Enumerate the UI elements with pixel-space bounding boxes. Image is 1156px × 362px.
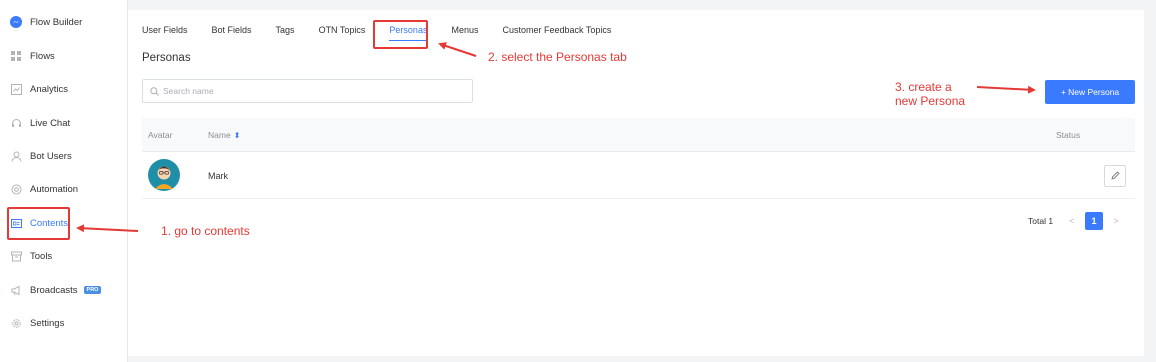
- headset-icon: [10, 117, 22, 129]
- pro-badge: PRO: [83, 286, 102, 294]
- sidebar: Flow Builder Flows Analytics Live Chat B…: [0, 0, 128, 362]
- page-title: Personas: [142, 52, 191, 64]
- personas-tab-highlight-box: [373, 20, 428, 49]
- sort-icon[interactable]: ⬍: [234, 131, 241, 140]
- gear-icon: [10, 317, 22, 329]
- tab-otn-topics[interactable]: OTN Topics: [319, 10, 366, 50]
- grid-icon: [10, 50, 22, 62]
- main-panel: User Fields Bot Fields Tags OTN Topics P…: [128, 10, 1144, 356]
- pagination-page-current[interactable]: 1: [1085, 212, 1104, 230]
- sidebar-item-label: Tools: [30, 250, 53, 262]
- chart-icon: [10, 83, 22, 95]
- persona-name: Mark: [208, 171, 228, 181]
- annotation-step-1: 1. go to contents: [161, 224, 250, 238]
- pencil-icon: [1110, 167, 1120, 185]
- sidebar-item-tools[interactable]: Tools: [10, 245, 52, 267]
- column-header-name[interactable]: Name ⬍: [208, 130, 240, 140]
- tab-bot-fields[interactable]: Bot Fields: [212, 10, 252, 50]
- sidebar-item-flow-builder[interactable]: Flow Builder: [10, 11, 82, 33]
- tools-icon: [10, 250, 22, 262]
- search-icon: [149, 86, 159, 96]
- tab-tags[interactable]: Tags: [276, 10, 295, 50]
- sidebar-item-label: Live Chat: [30, 117, 71, 129]
- column-header-avatar: Avatar: [148, 130, 173, 140]
- search-input[interactable]: Search name: [142, 79, 473, 103]
- tab-customer-feedback-topics[interactable]: Customer Feedback Topics: [502, 10, 611, 50]
- edit-button[interactable]: [1104, 165, 1126, 187]
- megaphone-icon: [10, 284, 22, 296]
- sidebar-item-label: Broadcasts: [30, 284, 78, 296]
- search-placeholder: Search name: [163, 86, 214, 96]
- sidebar-item-broadcasts[interactable]: Broadcasts PRO: [10, 279, 102, 301]
- new-persona-button[interactable]: + New Persona: [1045, 80, 1135, 104]
- sidebar-item-flows[interactable]: Flows: [10, 45, 55, 67]
- sidebar-item-analytics[interactable]: Analytics: [10, 78, 68, 100]
- user-icon: [10, 150, 22, 162]
- sidebar-item-label: Bot Users: [30, 150, 72, 162]
- sidebar-item-label: Flow Builder: [30, 16, 83, 28]
- sidebar-item-automation[interactable]: Automation: [10, 178, 78, 200]
- sidebar-item-live-chat[interactable]: Live Chat: [10, 112, 70, 134]
- column-header-status: Status: [1056, 130, 1081, 140]
- contents-highlight-box: [7, 207, 70, 240]
- messenger-icon: [10, 16, 22, 28]
- automation-icon: [10, 183, 22, 195]
- annotation-step-3-line-1: 3. create a: [895, 80, 952, 94]
- sidebar-item-bot-users[interactable]: Bot Users: [10, 145, 72, 167]
- table-header: Avatar Name ⬍ Status: [142, 118, 1135, 152]
- sidebar-item-label: Automation: [30, 183, 79, 195]
- sidebar-item-label: Flows: [30, 50, 55, 62]
- sidebar-item-settings[interactable]: Settings: [10, 312, 64, 334]
- pagination-next-button[interactable]: >: [1107, 212, 1125, 230]
- sidebar-item-label: Analytics: [30, 83, 69, 95]
- annotation-step-3-line-2: new Persona: [895, 94, 966, 108]
- avatar: [148, 159, 180, 191]
- annotation-step-2: 2. select the Personas tab: [488, 50, 627, 64]
- pagination-prev-button[interactable]: <: [1063, 212, 1081, 230]
- tab-user-fields[interactable]: User Fields: [142, 10, 188, 50]
- column-header-name-label: Name: [208, 130, 231, 140]
- tab-menus[interactable]: Menus: [451, 10, 478, 50]
- sidebar-item-label: Settings: [30, 317, 65, 329]
- pagination-total: Total 1: [1028, 216, 1054, 226]
- pagination: Total 1 < 1 >: [1028, 211, 1125, 231]
- table-row[interactable]: Mark: [142, 153, 1135, 199]
